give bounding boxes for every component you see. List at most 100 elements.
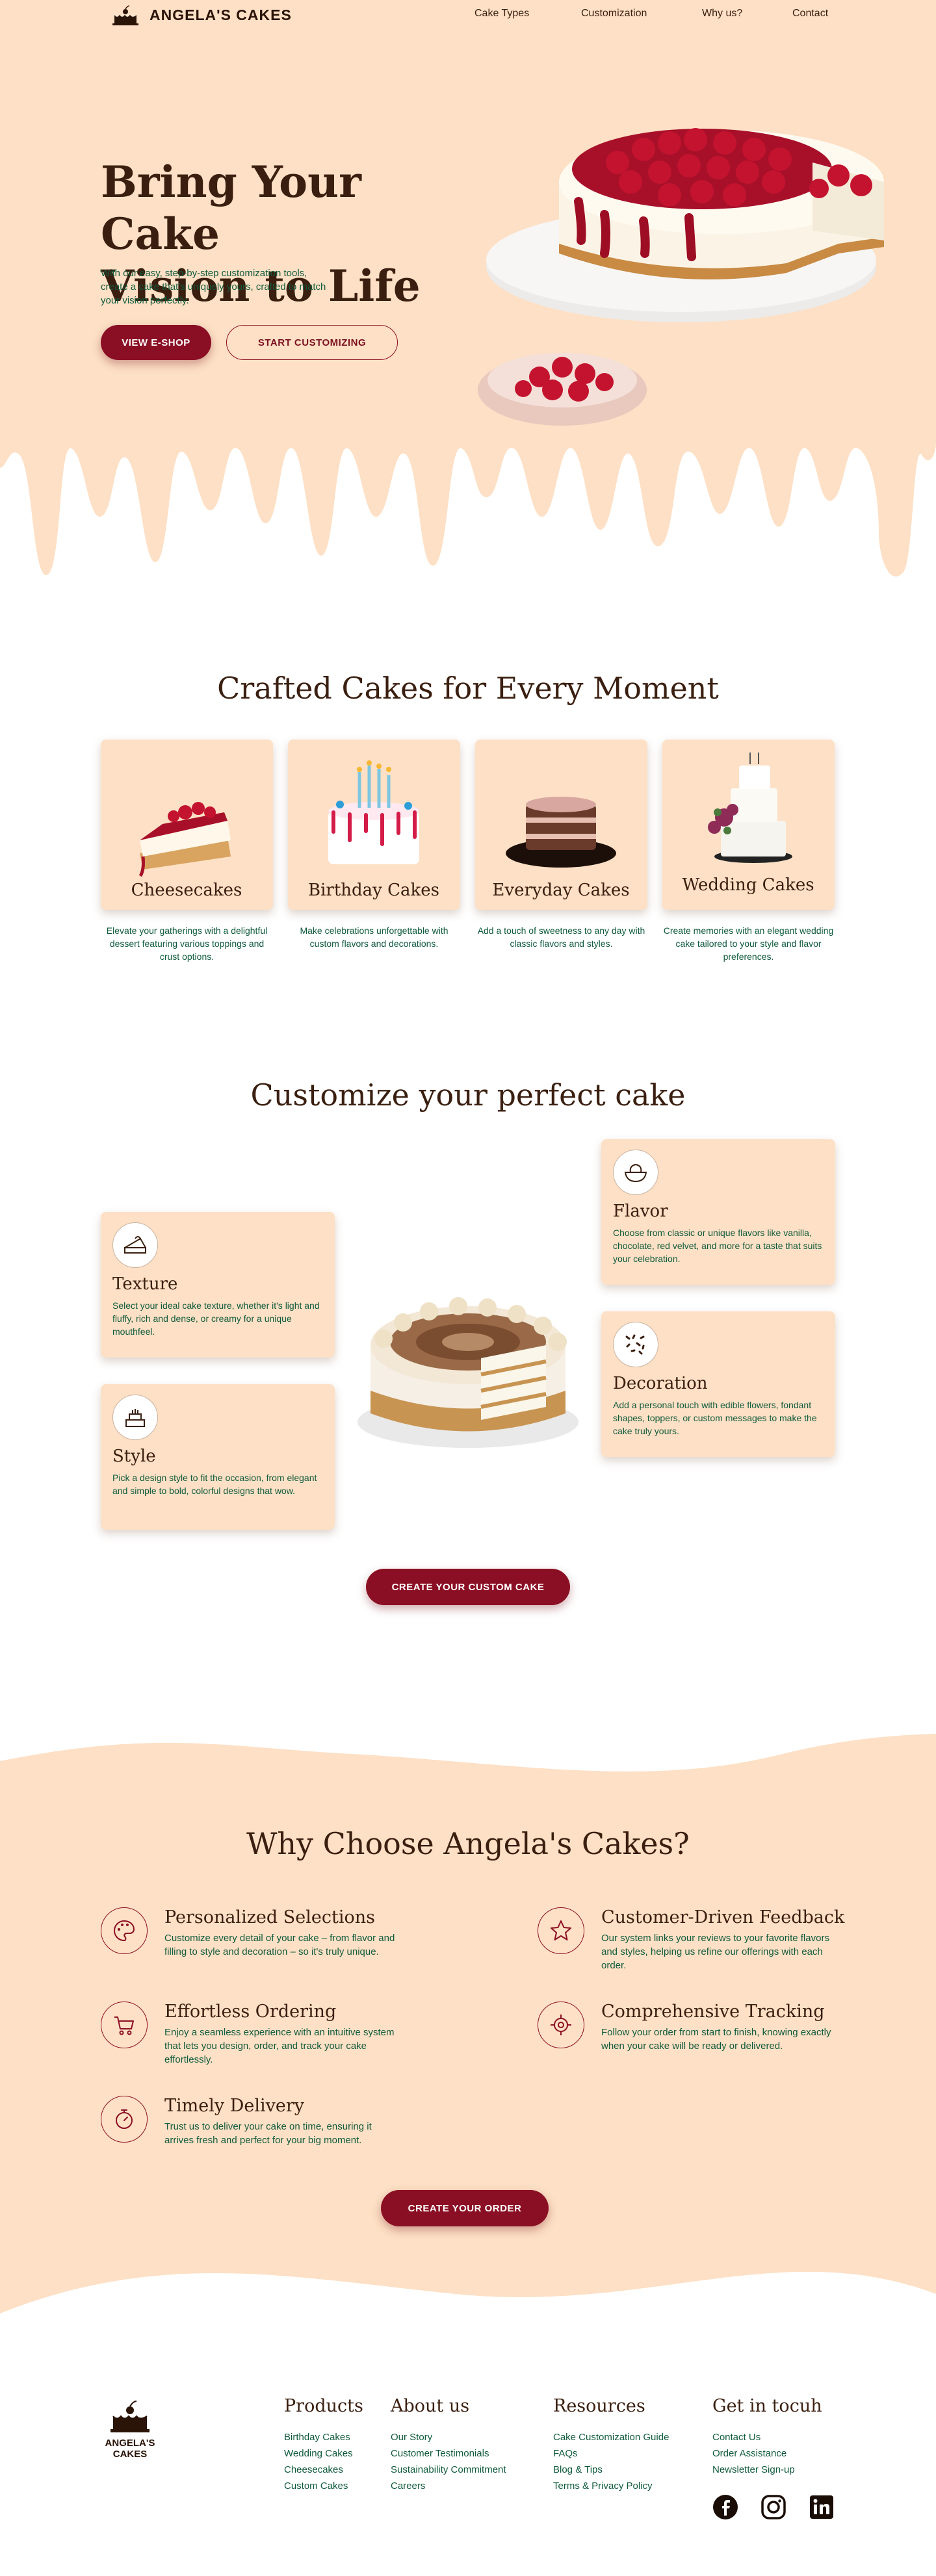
cake-logo-icon [110,2401,150,2432]
footer-logo-line2: CAKES [112,2449,148,2460]
footer-link[interactable]: Sustainability Commitment [391,2462,506,2478]
category-desc: Create memories with an elegant wedding … [663,925,834,962]
footer-link[interactable]: Blog & Tips [553,2462,669,2478]
style-card[interactable]: Style Pick a design style to fit the occ… [101,1384,335,1530]
cat-name-cheesecakes: Cheesecakes [131,881,242,900]
birthday-cake-image: Birthday Cakes [308,760,439,900]
footer-logo[interactable]: ANGELA'S CAKES [101,2398,159,2460]
why-item-title: Personalized Selections [164,1907,375,1927]
why-item-desc: Enjoy a seamless experience with an intu… [164,2027,395,2065]
why-item-desc: Our system links your reviews to your fa… [601,1933,829,1971]
hero-cheesecake-image [478,128,884,426]
hero-title-line1: Bring Your Cake [101,157,361,259]
cart-icon [101,2002,148,2048]
create-order-button[interactable]: CREATE YOUR ORDER [381,2190,549,2226]
footer-link[interactable]: Birthday Cakes [284,2429,363,2445]
category-cheesecakes[interactable]: Cheesecakes Elevate your gatherings with… [101,740,273,963]
footer-heading: About us [391,2396,470,2416]
view-eshop-button[interactable]: VIEW E-SHOP [101,325,211,360]
category-card[interactable]: Wedding Cakes [662,740,835,910]
cake-logo-icon [112,5,138,25]
why-item-title: Effortless Ordering [164,2002,337,2022]
mixing-bowl-icon [613,1150,658,1195]
category-desc: Elevate your gatherings with a delightfu… [106,925,268,962]
why-item-delivery: Timely Delivery Trust us to deliver your… [101,2096,402,2147]
sprinkles-icon [613,1322,658,1367]
why-item-desc: Follow your order from start to finish, … [601,2027,831,2052]
category-card[interactable]: Cheesecakes [101,740,273,910]
why-item-title: Customer-Driven Feedback [601,1907,845,1927]
why-item-desc: Customize every detail of your cake – fr… [164,1933,395,1957]
texture-desc: Select your ideal cake texture, whether … [112,1300,320,1337]
category-wedding-cakes[interactable]: Wedding Cakes Create memories with an el… [662,740,835,963]
flavor-title: Flavor [613,1202,668,1221]
footer-link[interactable]: Cake Customization Guide [553,2429,669,2445]
footer-col-contact: Get in tocuh Contact Us Order Assistance… [712,2396,822,2478]
footer-col-resources: Resources Cake Customization Guide FAQs … [553,2396,669,2494]
footer-link[interactable]: Newsletter Sign-up [712,2462,822,2478]
footer-heading: Products [284,2396,363,2416]
nav-why-us[interactable]: Why us? [702,8,742,19]
nav-customization[interactable]: Customization [581,8,647,19]
category-card[interactable]: Birthday Cakes [288,740,460,910]
footer-link[interactable]: FAQs [553,2445,669,2462]
category-desc: Add a touch of sweetness to any day with… [477,925,645,949]
create-custom-cake-button[interactable]: CREATE YOUR CUSTOM CAKE [366,1569,570,1605]
texture-title: Texture [112,1274,178,1294]
style-desc: Pick a design style to fit the occasion,… [112,1473,317,1496]
everyday-cake-image: Everyday Cakes [492,797,630,900]
why-item-personalized: Personalized Selections Customize every … [101,1907,402,1959]
footer-link[interactable]: Contact Us [712,2429,822,2445]
target-icon [538,2002,584,2048]
category-everyday-cakes[interactable]: Everyday Cakes Add a touch of sweetness … [475,740,647,950]
nav-contact[interactable]: Contact [792,8,828,19]
footer-heading: Resources [553,2396,645,2416]
star-icon [538,1907,584,1954]
cake-slice-icon [112,1222,158,1268]
footer-col-about: About us Our Story Customer Testimonials… [391,2396,506,2494]
why-item-title: Timely Delivery [164,2096,304,2116]
customize-title: Customize your perfect cake [250,1077,686,1113]
tiered-cake-icon [112,1395,158,1440]
logo-text: ANGELA'S CAKES [150,6,292,23]
footer-link[interactable]: Wedding Cakes [284,2445,363,2462]
decoration-desc: Add a personal touch with edible flowers… [613,1400,817,1436]
category-desc: Make celebrations unforgettable with cus… [300,925,448,949]
why-item-title: Comprehensive Tracking [601,2002,825,2022]
custom-cake-image [358,1297,578,1448]
cat-name-wedding-cakes: Wedding Cakes [682,875,814,895]
flavor-card[interactable]: Flavor Choose from classic or unique fla… [601,1139,835,1285]
category-birthday-cakes[interactable]: Birthday Cakes Make celebrations unforge… [288,740,460,950]
style-title: Style [112,1447,156,1466]
why-item-ordering: Effortless Ordering Enjoy a seamless exp… [101,2002,402,2067]
facebook-icon[interactable] [712,2494,738,2520]
category-card[interactable]: Everyday Cakes [475,740,647,910]
cheesecake-image: Cheesecakes [131,802,242,900]
footer-link[interactable]: Our Story [391,2429,506,2445]
footer-logo-line1: ANGELA'S [105,2438,155,2449]
footer-link[interactable]: Custom Cakes [284,2478,363,2494]
nav-cake-types[interactable]: Cake Types [474,8,529,19]
footer-link[interactable]: Careers [391,2478,506,2494]
decoration-card[interactable]: Decoration Add a personal touch with edi… [601,1311,835,1457]
instagram-icon[interactable] [760,2494,786,2520]
page: ANGELA'S CAKES Cake Types Customization … [0,0,936,2576]
linkedin-icon[interactable] [809,2494,835,2520]
flavor-desc: Choose from classic or unique flavors li… [613,1228,822,1264]
footer-link[interactable]: Order Assistance [712,2445,822,2462]
why-item-tracking: Comprehensive Tracking Follow your order… [538,2002,838,2053]
footer-col-products: Products Birthday Cakes Wedding Cakes Ch… [284,2396,363,2494]
site-header: ANGELA'S CAKES Cake Types Customization … [0,0,936,30]
categories-title: Crafted Cakes for Every Moment [217,671,719,706]
texture-card[interactable]: Texture Select your ideal cake texture, … [101,1212,335,1358]
header-logo[interactable]: ANGELA'S CAKES [110,4,292,26]
start-customizing-button[interactable]: START CUSTOMIZING [226,325,398,360]
footer-link[interactable]: Terms & Privacy Policy [553,2478,669,2494]
why-item-desc: Trust us to deliver your cake on time, e… [164,2121,372,2146]
footer-link[interactable]: Customer Testimonials [391,2445,506,2462]
cat-name-everyday-cakes: Everyday Cakes [492,881,629,900]
footer-link[interactable]: Cheesecakes [284,2462,363,2478]
why-item-feedback: Customer-Driven Feedback Our system link… [538,1907,844,1972]
footer-heading: Get in tocuh [712,2396,822,2416]
cat-name-birthday-cakes: Birthday Cakes [308,881,439,900]
